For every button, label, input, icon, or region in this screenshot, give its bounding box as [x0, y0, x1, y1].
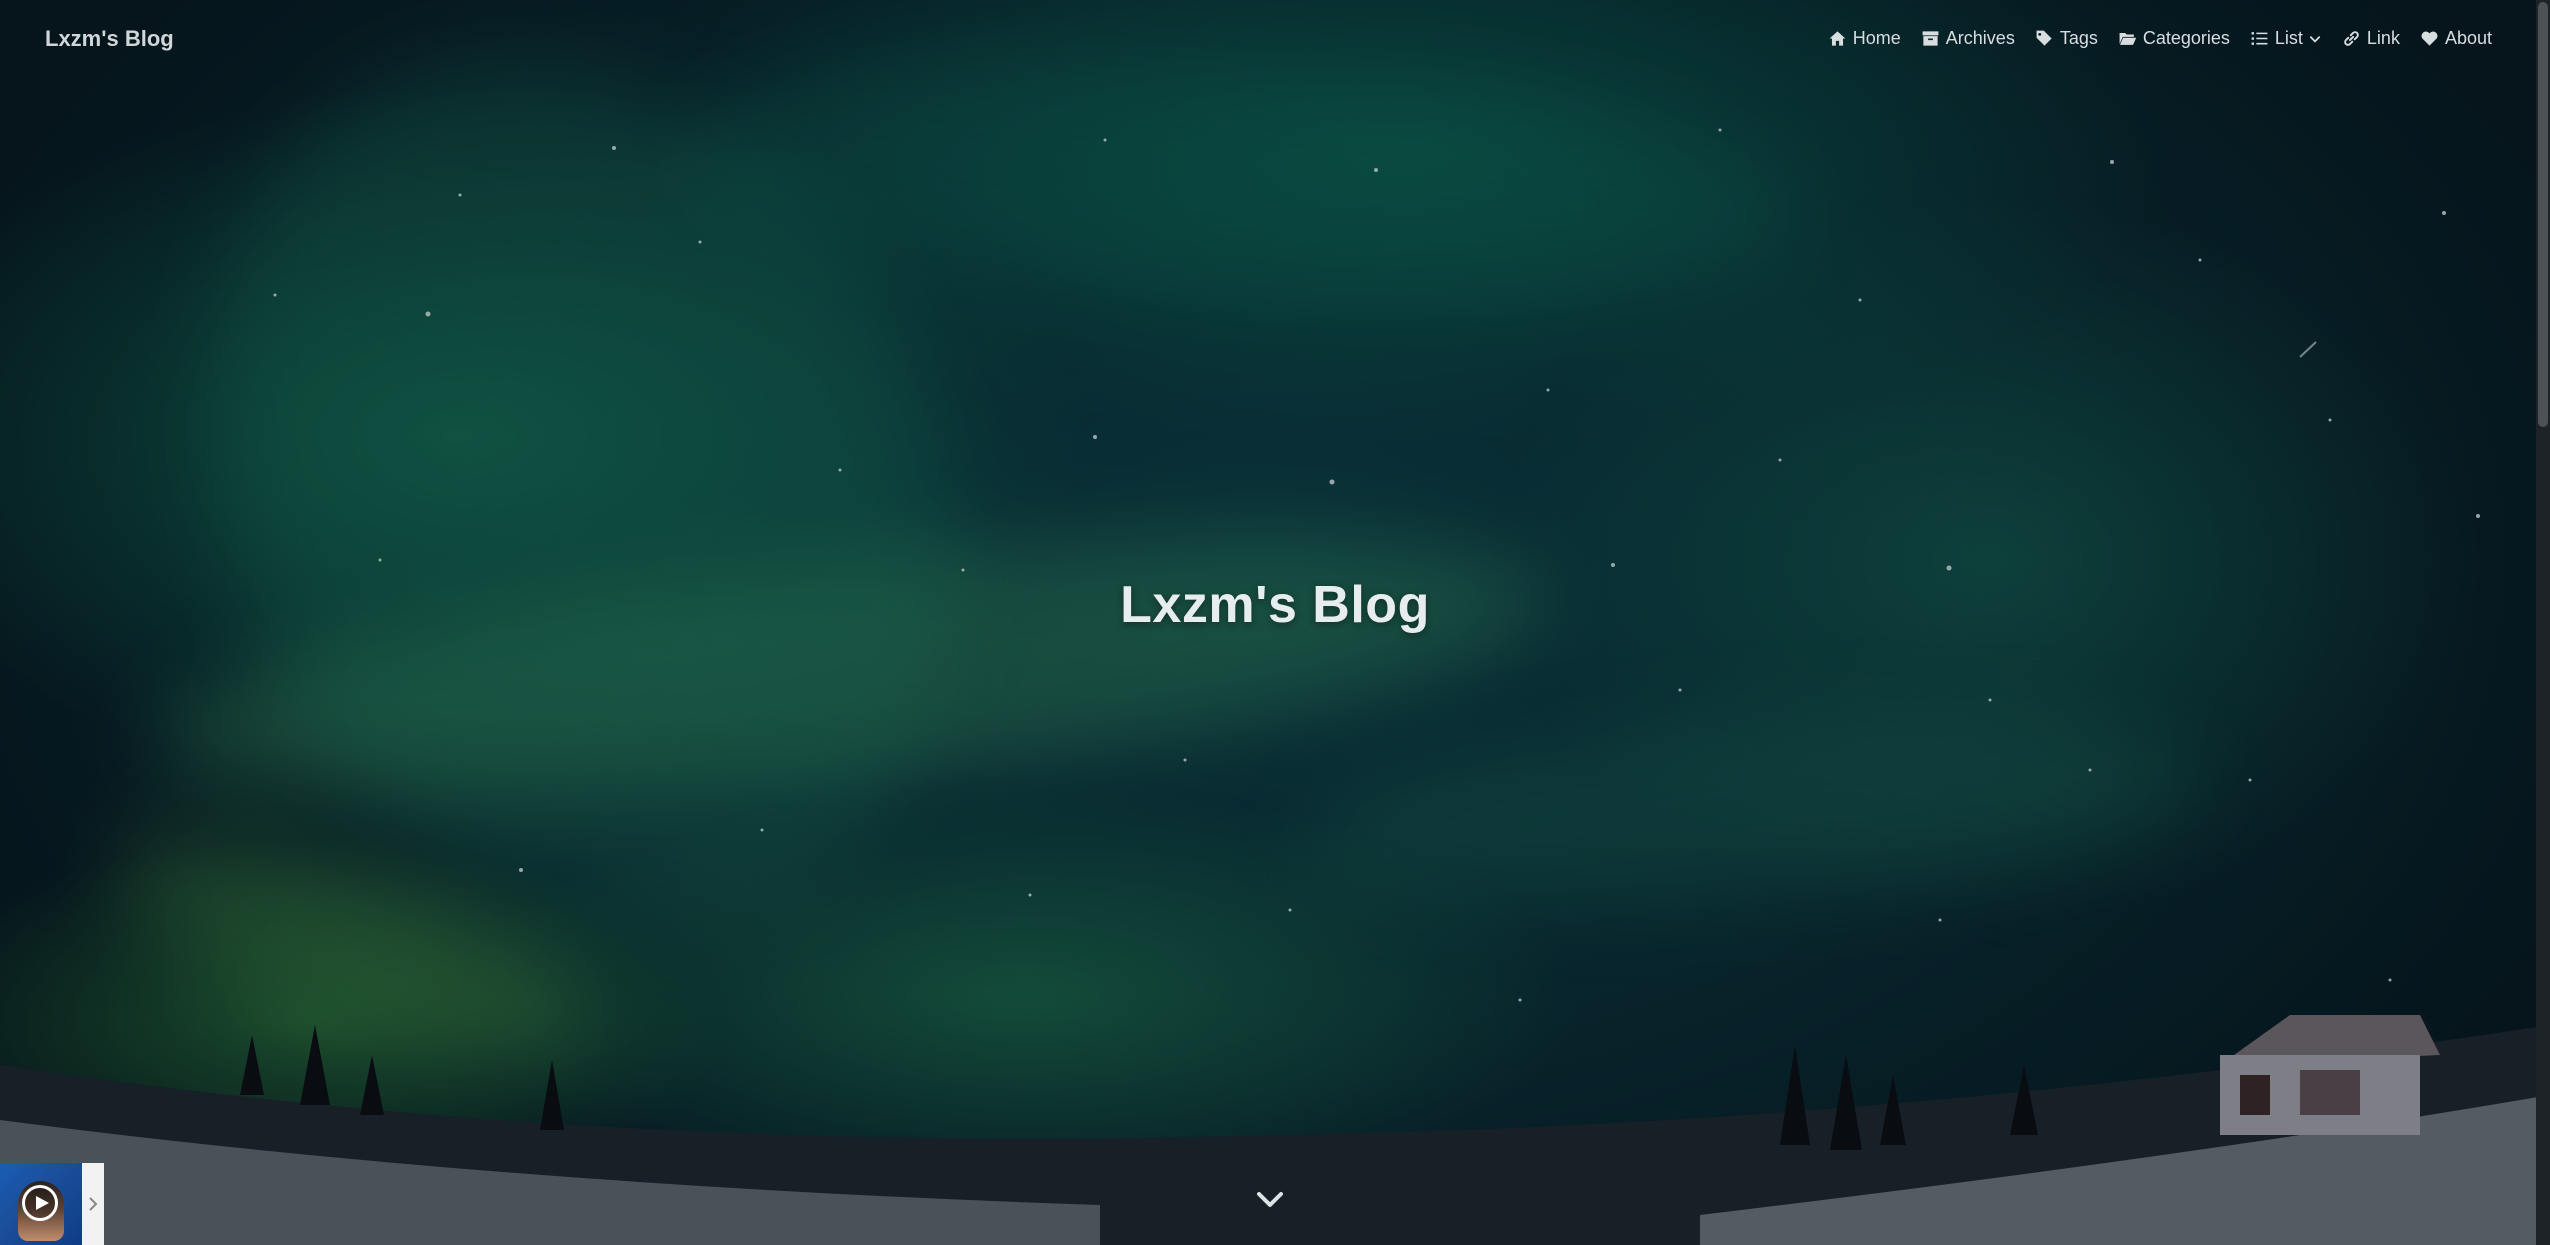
- scrollbar-thumb[interactable]: [2538, 2, 2548, 427]
- tags-icon: [2036, 30, 2052, 46]
- archive-icon: [1922, 31, 1939, 46]
- nav-item-list-dropdown[interactable]: List: [2250, 28, 2322, 49]
- nav-item-categories[interactable]: Categories: [2118, 28, 2230, 49]
- folder-open-icon: [2119, 32, 2137, 45]
- chevron-right-icon: [89, 1197, 98, 1211]
- list-icon: [2251, 32, 2268, 45]
- nav-item-label: Categories: [2142, 28, 2230, 48]
- nav-item-archives[interactable]: Archives: [1921, 28, 2015, 49]
- nav-item-label: Link: [2366, 28, 2400, 48]
- scroll-down-button[interactable]: [1255, 1186, 1285, 1212]
- home-icon: [1829, 31, 1846, 46]
- site-title: Lxzm's Blog: [1120, 575, 1430, 634]
- nav-item-about[interactable]: About: [2420, 28, 2492, 49]
- play-button[interactable]: [22, 1185, 58, 1221]
- album-cover[interactable]: [0, 1163, 82, 1245]
- nav-item-label: List: [2274, 28, 2303, 48]
- nav-item-home[interactable]: Home: [1828, 28, 1901, 49]
- nav-menu: Home Archives Tags Categories List Link …: [1828, 28, 2492, 49]
- nav-item-tags[interactable]: Tags: [2035, 28, 2098, 49]
- nav-item-label: Home: [1852, 28, 1901, 48]
- chevron-down-icon: [2309, 35, 2321, 43]
- nav-item-label: Tags: [2059, 28, 2098, 48]
- link-icon: [2344, 31, 2359, 46]
- nav-item-label: Archives: [1945, 28, 2015, 48]
- page: Lxzm's Blog Home Archives Tags Categorie…: [0, 0, 2550, 1245]
- heart-icon: [2421, 31, 2438, 46]
- player-collapse-toggle[interactable]: [82, 1163, 104, 1245]
- page-scrollbar[interactable]: [2536, 0, 2550, 1245]
- chevron-down-icon: [1257, 1192, 1283, 1207]
- navbar: Lxzm's Blog Home Archives Tags Categorie…: [0, 0, 2550, 80]
- site-brand-link[interactable]: Lxzm's Blog: [45, 26, 174, 52]
- nav-item-label: About: [2444, 28, 2492, 48]
- music-player: [0, 1163, 104, 1245]
- nav-item-link[interactable]: Link: [2342, 28, 2400, 49]
